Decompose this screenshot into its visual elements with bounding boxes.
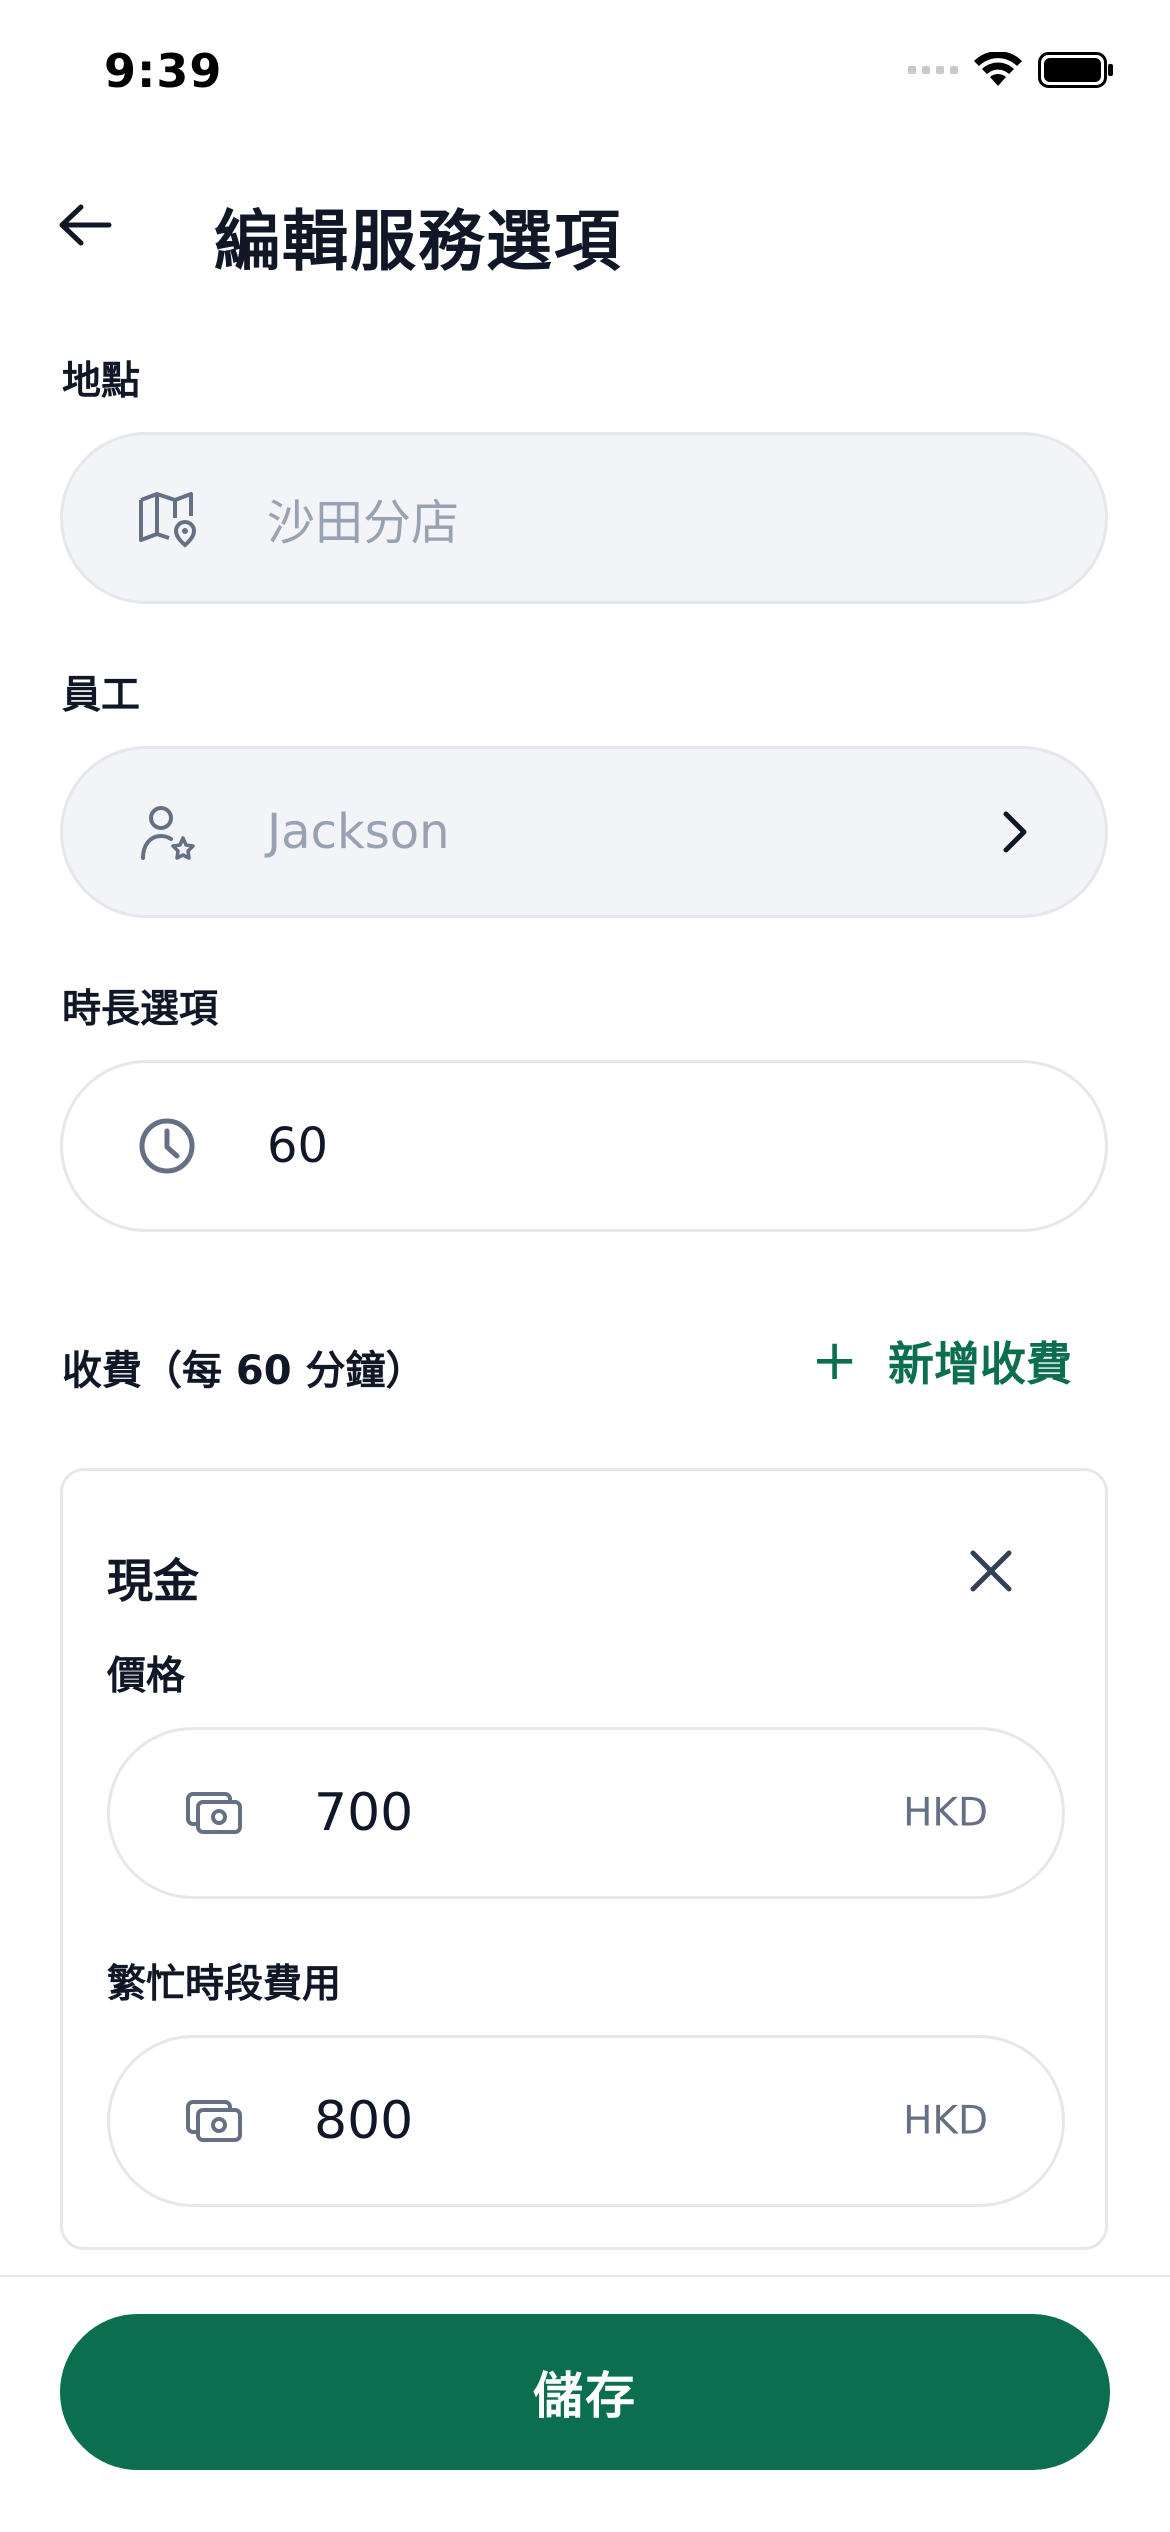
price-input[interactable]: 700 HKD (107, 1727, 1065, 1899)
duration-input[interactable]: 60 (60, 1060, 1108, 1232)
footer-divider (0, 2275, 1170, 2277)
peak-fee-input[interactable]: 800 HKD (107, 2035, 1065, 2207)
location-value: 沙田分店 (267, 495, 460, 551)
battery-icon (1038, 52, 1113, 88)
add-fee-button[interactable]: + 新增收費 (811, 1328, 1072, 1394)
close-icon (970, 1550, 1012, 1592)
fees-title: 收費（每 60 分鐘） (62, 1348, 426, 1394)
price-label: 價格 (107, 1654, 186, 1699)
peak-fee-label: 繁忙時段費用 (107, 1962, 342, 2007)
status-time: 9:39 (104, 44, 223, 98)
header: 編輯服務選項 (0, 160, 1170, 290)
plus-icon: + (811, 1328, 858, 1393)
arrow-left-icon (59, 204, 112, 246)
page-title: 編輯服務選項 (214, 203, 622, 280)
save-button[interactable]: 儲存 (60, 2314, 1110, 2470)
price-value: 700 (314, 1783, 414, 1843)
duration-value: 60 (267, 1118, 329, 1174)
clock-icon (135, 1114, 199, 1178)
user-star-icon (135, 800, 199, 864)
fees-header: 收費（每 60 分鐘） + 新增收費 (62, 1328, 1072, 1398)
money-icon (182, 1781, 246, 1845)
status-icons (908, 52, 1114, 88)
staff-label: 員工 (62, 673, 141, 718)
chevron-right-icon (993, 802, 1037, 862)
map-pin-icon (135, 486, 199, 550)
remove-fee-button[interactable] (961, 1541, 1021, 1601)
money-icon (182, 2089, 246, 2153)
staff-value: Jackson (267, 804, 450, 860)
add-fee-label: 新增收費 (888, 1337, 1072, 1391)
back-button[interactable] (50, 190, 120, 260)
fee-card-cash: 現金 價格 700 HKD 繁忙時段費用 800 HKD (60, 1468, 1108, 2250)
duration-label: 時長選項 (62, 987, 219, 1032)
staff-selector[interactable]: Jackson (60, 746, 1108, 918)
peak-fee-currency: HKD (903, 2098, 988, 2144)
peak-fee-value: 800 (314, 2091, 414, 2151)
status-bar: 9:39 (0, 0, 1170, 150)
location-label: 地點 (62, 359, 141, 404)
price-currency: HKD (903, 1790, 988, 1836)
location-field: 沙田分店 (60, 432, 1108, 604)
wifi-icon (974, 52, 1022, 86)
cellular-signal-icon (908, 66, 958, 74)
fee-card-title: 現金 (107, 1554, 199, 1608)
